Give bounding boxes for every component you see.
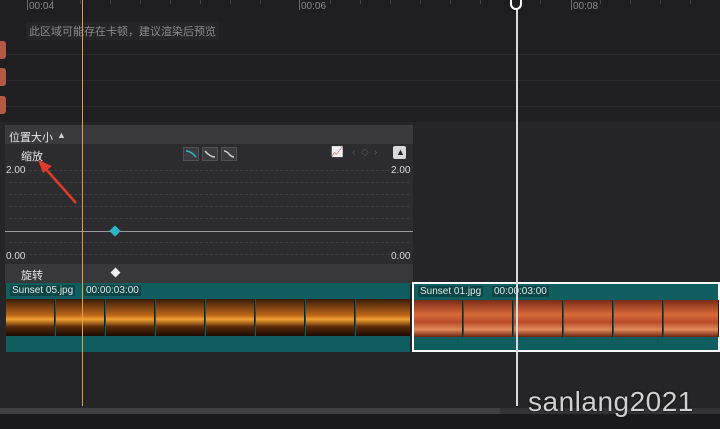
ruler-minor-tick [450,0,451,4]
y-axis-max-label: 2.00 [391,165,411,176]
ruler-minor-tick [690,0,691,4]
panel-header[interactable]: 位置大小 ▲ [5,126,413,144]
ruler-minor-tick [660,0,661,4]
ease-out-button[interactable] [202,147,218,161]
clip-thumbnails [6,299,411,336]
ease-in-button[interactable] [183,147,199,161]
ruler-minor-tick [360,0,361,4]
grid-line [9,242,409,243]
ease-out-icon [204,150,216,158]
track-handle[interactable] [0,96,6,114]
in-point-marker[interactable] [82,0,83,406]
ruler-minor-tick [170,0,171,4]
ruler-minor-tick [390,0,391,4]
value-curve[interactable] [5,231,413,232]
y-axis-min-label: 0.00 [6,251,26,262]
clip-duration: 00:00:03:00 [492,286,549,297]
video-clip[interactable]: Sunset 05.jpg 00:00:03:00 [6,283,411,352]
clip-thumbnail [356,299,411,336]
rotate-property-label: 旋转 [21,270,43,282]
graph-icon[interactable]: 📈 [331,147,343,158]
playhead-line[interactable] [516,8,518,406]
ruler-time-label: 00:08 [573,1,599,12]
ruler-time-label: 00:04 [29,1,55,12]
clip-thumbnail [156,299,205,336]
ruler-minor-tick [140,0,141,4]
ruler-minor-tick [110,0,111,4]
ease-in-icon [185,150,197,158]
clip-name: Sunset 01.jpg [418,286,484,297]
grid-line [9,254,409,255]
clip-thumbnail [56,299,105,336]
ruler-major-tick [27,0,28,10]
add-keyframe-icon[interactable]: ◇ [361,147,369,158]
ruler-major-tick [571,0,572,10]
rotate-keyframe-point[interactable] [110,267,121,278]
y-axis-max-label: 2.00 [6,165,26,176]
clip-thumbnail [256,299,305,336]
collapse-button[interactable]: ▲ [393,146,406,159]
clip-thumbnails [414,300,719,337]
clip-thumbnail [414,300,463,337]
track-divider [0,106,720,107]
clip-thumbnail [464,300,513,337]
clip-name: Sunset 05.jpg [10,285,76,296]
ruler-minor-tick [260,0,261,4]
grid-line [9,206,409,207]
clip-duration: 00:00:03:00 [84,285,141,296]
clip-thumbnail [664,300,719,337]
video-clip-selected[interactable]: Sunset 01.jpg 00:00:03:00 [412,282,720,352]
track-divider [0,54,720,55]
rotate-row[interactable]: 旋转 [5,264,413,284]
clip-thumbnail [106,299,155,336]
clip-thumbnail [614,300,663,337]
track-divider [0,80,720,81]
prev-keyframe-icon[interactable]: ‹ [352,147,355,158]
ruler-minor-tick [600,0,601,4]
next-keyframe-icon[interactable]: › [374,147,377,158]
annotation-arrow-icon [38,160,77,204]
collapse-icon: ▲ [396,147,405,157]
ruler-time-label: 00:06 [301,1,327,12]
ruler-minor-tick [480,0,481,4]
ruler-minor-tick [630,0,631,4]
ruler-minor-tick [80,0,81,4]
ease-inout-icon [223,150,235,158]
clip-thumbnail [6,299,55,336]
panel-title: 位置大小 [9,132,53,144]
ruler-minor-tick [540,0,541,4]
ease-inout-button[interactable] [221,147,237,161]
ruler-minor-tick [200,0,201,4]
watermark: sanlang2021 [528,386,694,417]
clip-thumbnail [306,299,355,336]
clip-thumbnail [514,300,563,337]
render-warning-text: 此区域可能存在卡顿，建议渲染后预览 [26,22,219,40]
ruler-minor-tick [330,0,331,4]
ruler-minor-tick [230,0,231,4]
clip-thumbnail [564,300,613,337]
grid-line [9,218,409,219]
ruler-minor-tick [420,0,421,4]
collapse-up-icon[interactable]: ▲ [57,130,66,140]
track-handle[interactable] [0,68,6,86]
ruler-major-tick [299,0,300,10]
y-axis-min-label: 0.00 [391,251,411,262]
timeline-ruler[interactable]: 00:04 00:06 00:08 [0,0,720,14]
clip-thumbnail [206,299,255,336]
track-handle[interactable] [0,41,6,59]
